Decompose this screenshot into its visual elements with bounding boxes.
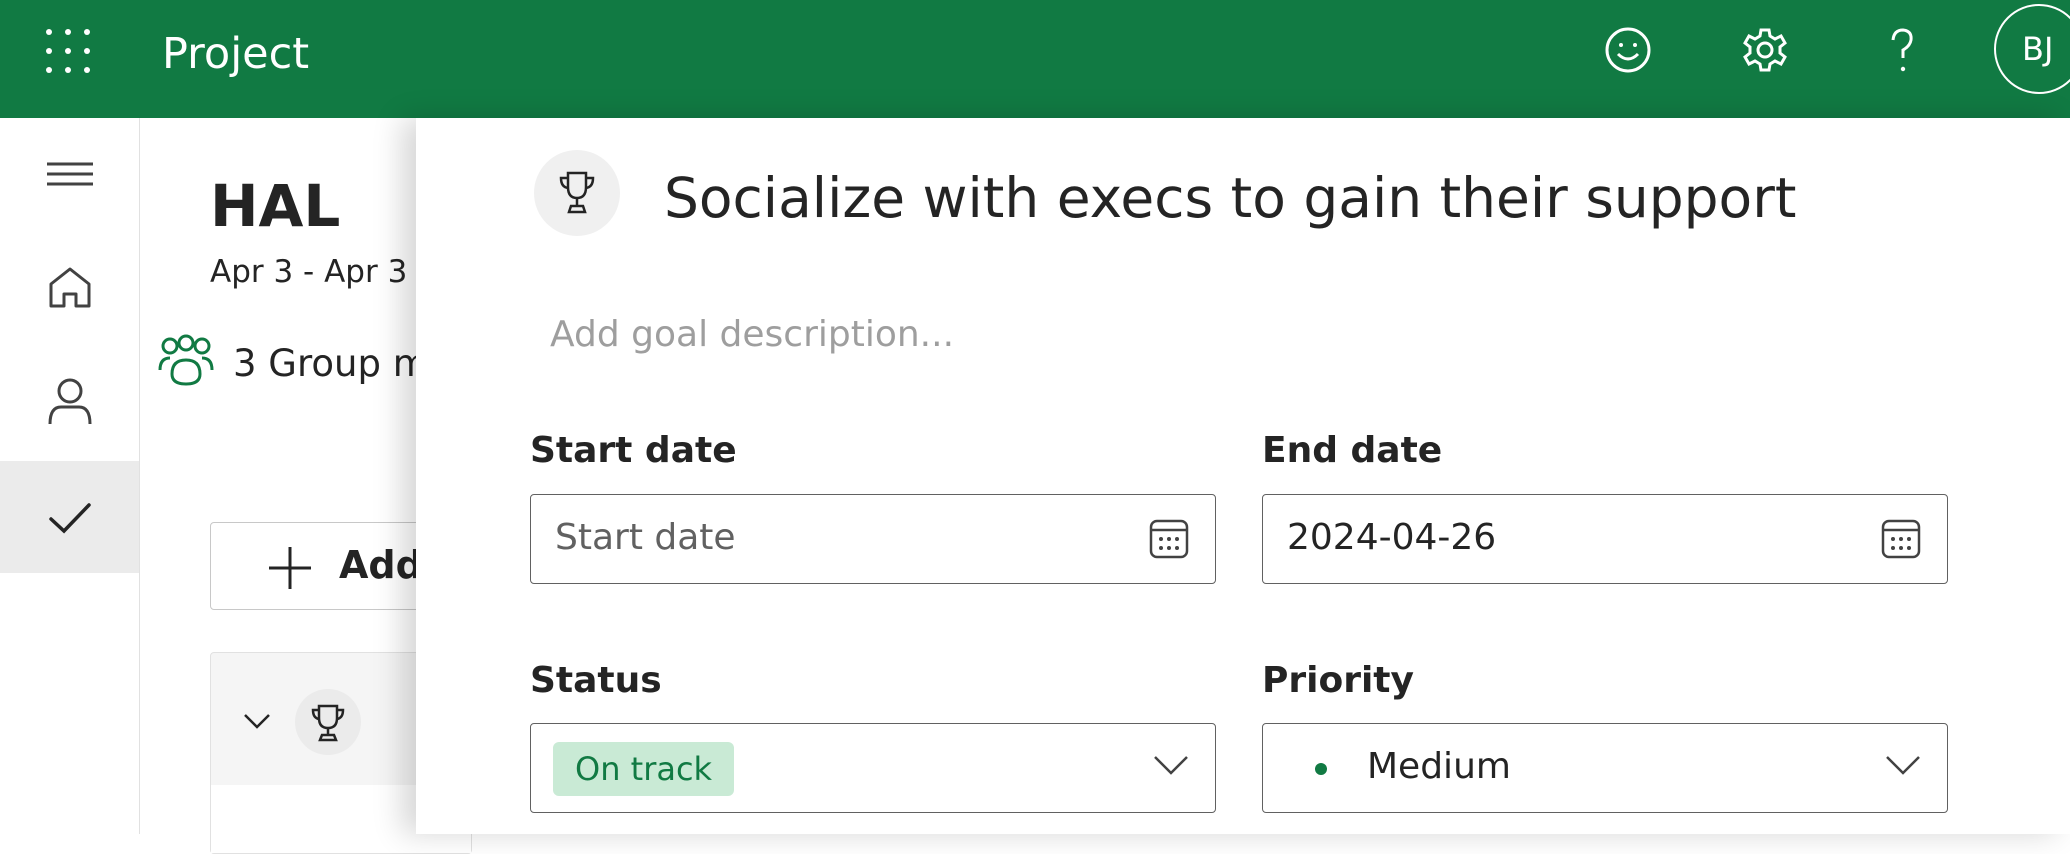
help-question-icon[interactable]: [1877, 25, 1927, 75]
status-badge: On track: [553, 742, 735, 796]
start-date-label: Start date: [530, 430, 737, 471]
goal-trophy-icon: [295, 689, 361, 755]
user-avatar[interactable]: BJ: [1994, 4, 2070, 94]
left-nav-rail: [0, 118, 140, 834]
rail-item-tasks[interactable]: [0, 461, 139, 573]
checkmark-icon: [49, 503, 91, 534]
plan-dates: Apr 3 - Apr 3: [210, 254, 408, 290]
group-members-icon: [158, 334, 214, 386]
priority-dropdown[interactable]: Medium: [1262, 723, 1948, 813]
goal-title[interactable]: Socialize with execs to gain their suppo…: [664, 162, 1796, 234]
hamburger-menu-button[interactable]: [0, 118, 139, 230]
end-date-value: 2024-04-26: [1287, 517, 1497, 558]
rail-item-home[interactable]: [0, 230, 139, 342]
settings-gear-icon[interactable]: [1740, 25, 1790, 75]
status-label: Status: [530, 660, 662, 701]
start-date-field[interactable]: Start date: [530, 494, 1216, 584]
group-members-link[interactable]: 3 Group m: [233, 342, 429, 385]
priority-label: Priority: [1262, 660, 1414, 701]
app-header: Project BJ: [0, 0, 2070, 118]
chevron-down-icon[interactable]: [243, 711, 271, 731]
end-date-label: End date: [1262, 430, 1443, 471]
goal-details-panel: Socialize with execs to gain their suppo…: [416, 118, 2070, 834]
status-dropdown[interactable]: On track: [530, 723, 1216, 813]
priority-value: Medium: [1367, 746, 1511, 787]
person-icon: [48, 378, 92, 425]
start-date-placeholder: Start date: [555, 517, 736, 558]
chevron-down-icon: [1886, 756, 1920, 775]
plus-icon: [269, 547, 311, 589]
calendar-icon[interactable]: [1149, 519, 1189, 559]
end-date-field[interactable]: 2024-04-26: [1262, 494, 1948, 584]
feedback-smiley-icon[interactable]: [1603, 25, 1653, 75]
hamburger-icon: [47, 162, 93, 186]
home-icon: [49, 267, 91, 308]
add-goal-label: Add: [339, 543, 423, 587]
plan-title: HAL: [210, 172, 341, 240]
app-title[interactable]: Project: [162, 28, 309, 80]
priority-dot-icon: [1315, 763, 1327, 775]
waffle-icon[interactable]: [46, 29, 90, 73]
chevron-down-icon: [1154, 756, 1188, 775]
calendar-icon[interactable]: [1881, 519, 1921, 559]
trophy-icon: [534, 150, 620, 236]
goal-description-input[interactable]: [550, 304, 1450, 364]
rail-item-people[interactable]: [0, 342, 139, 454]
